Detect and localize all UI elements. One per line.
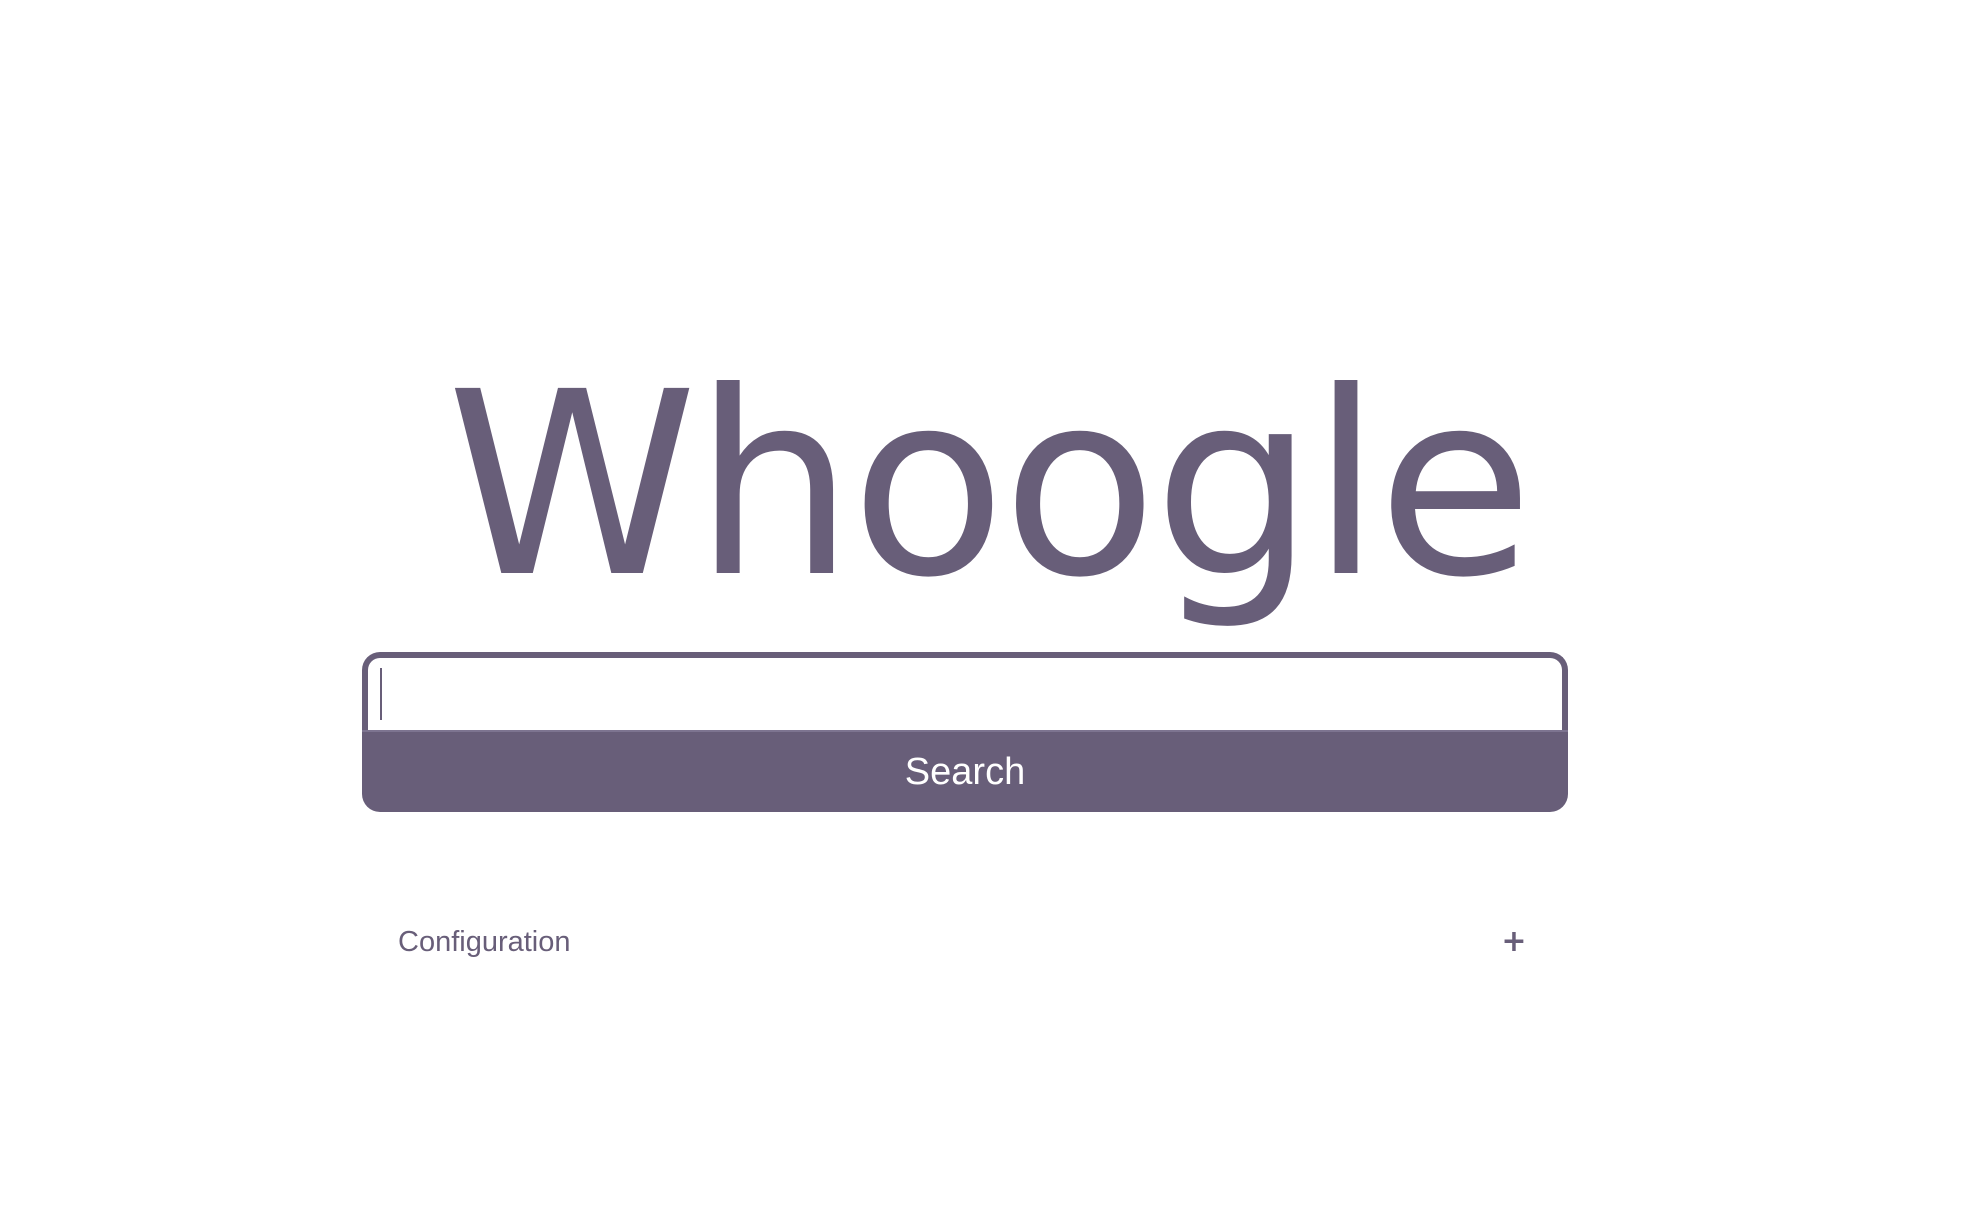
whoogle-logo: Whoogle	[446, 337, 1533, 633]
configuration-toggle[interactable]: Configuration +	[398, 920, 1534, 966]
configuration-label: Configuration	[398, 926, 571, 958]
search-input-frame	[362, 652, 1568, 730]
search-input[interactable]	[368, 658, 1562, 730]
plus-icon[interactable]: +	[1494, 922, 1534, 962]
search-button[interactable]: Search	[362, 730, 1568, 812]
page: Whoogle Search Configuration +	[0, 0, 1976, 1226]
text-caret	[380, 668, 382, 720]
search-form: Search	[362, 652, 1568, 812]
